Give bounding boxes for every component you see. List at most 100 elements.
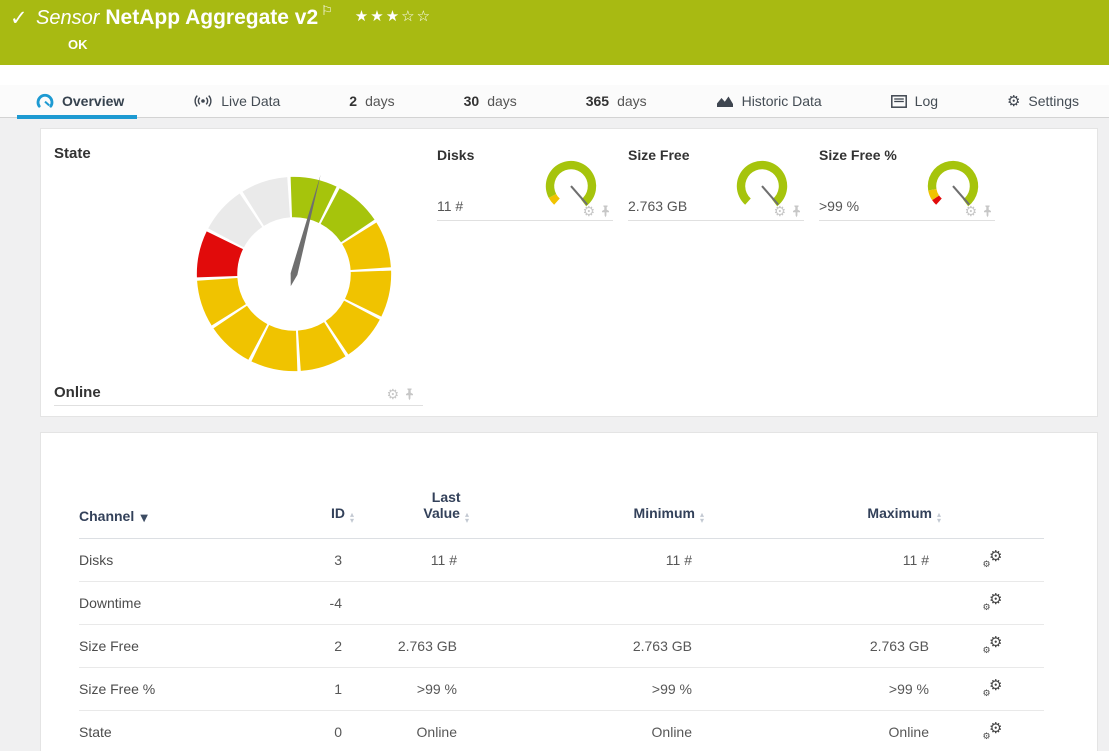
channels-card: Channel▼ ID▴▾ LastValue▴▾ Minimum▴▾ Maxi… <box>40 432 1098 751</box>
sort-icon: ▴▾ <box>937 512 941 524</box>
channel-row: Downtime -4 ⚙⚙ <box>79 582 1044 625</box>
channel-name-cell: Size Free <box>79 625 279 668</box>
ok-check-icon: ✓ <box>10 6 28 30</box>
channel-row: Size Free % 1 >99 % >99 % >99 % ⚙⚙ <box>79 668 1044 711</box>
channel-settings-icon[interactable]: ⚙⚙ <box>983 635 1003 655</box>
channel-minimum-cell <box>469 582 704 625</box>
state-gauge-label: State <box>54 145 91 162</box>
column-header-minimum[interactable]: Minimum▴▾ <box>469 489 704 539</box>
tab-overview[interactable]: Overview <box>36 85 124 118</box>
sensor-title-line: Sensor NetApp Aggregate v2⚐ ★★★☆☆ <box>36 4 432 30</box>
channel-name-cell: State <box>79 711 279 751</box>
mini-gauge-disks: Disks 11 # ⚙ <box>437 141 613 221</box>
tab-overview-label: Overview <box>62 93 124 109</box>
settings-gear-icon: ⚙ <box>1007 92 1020 110</box>
sensor-status-text: OK <box>68 37 88 52</box>
sort-icon: ▴▾ <box>350 512 354 524</box>
mini-gauge-value: 2.763 GB <box>628 198 687 214</box>
column-header-settings <box>941 489 1044 539</box>
mini-gauge-label: Disks <box>437 147 474 163</box>
tab-365-days-unit: days <box>617 93 647 109</box>
area-chart-icon <box>716 95 734 108</box>
tab-historic-data[interactable]: Historic Data <box>716 85 822 118</box>
channel-settings-icon[interactable]: ⚙⚙ <box>983 721 1003 741</box>
pin-icon[interactable] <box>791 205 802 218</box>
gauge-settings-gear-icon[interactable]: ⚙ <box>582 206 595 218</box>
channel-maximum-cell: 2.763 GB <box>704 625 941 668</box>
channel-last-value-cell: Online <box>354 711 469 751</box>
channel-id-cell: 2 <box>279 625 354 668</box>
channel-name-cell: Downtime <box>79 582 279 625</box>
channel-settings-icon[interactable]: ⚙⚙ <box>983 549 1003 569</box>
gauge-icon <box>36 93 54 109</box>
gauge-settings-gear-icon[interactable]: ⚙ <box>386 389 399 401</box>
tab-log-label: Log <box>915 93 938 109</box>
pin-icon[interactable] <box>982 205 993 218</box>
tab-live-data[interactable]: Live Data <box>193 85 280 118</box>
mini-gauge-value: >99 % <box>819 198 859 214</box>
sensor-status-banner: ✓ Sensor NetApp Aggregate v2⚐ ★★★☆☆ OK <box>0 0 1109 65</box>
channel-settings-icon[interactable]: ⚙⚙ <box>983 592 1003 612</box>
state-gauge-value: Online <box>54 384 101 401</box>
tab-365-days-number: 365 <box>586 93 609 109</box>
column-header-last-value[interactable]: LastValue▴▾ <box>354 489 469 539</box>
channel-last-value-cell: 2.763 GB <box>354 625 469 668</box>
state-gauge-footer: Online ⚙ <box>54 379 423 406</box>
mini-gauge-size-free-pct: Size Free % >99 % ⚙ <box>819 141 995 221</box>
tab-live-data-label: Live Data <box>221 93 280 109</box>
channel-id-cell: 3 <box>279 539 354 582</box>
channel-name-cell: Disks <box>79 539 279 582</box>
channel-name-cell: Size Free % <box>79 668 279 711</box>
state-gauge <box>193 173 395 375</box>
overview-content: State Online ⚙ Disks 11 # ⚙ Size Free 2.… <box>0 118 1109 751</box>
live-broadcast-icon <box>193 94 213 108</box>
sensor-name: NetApp Aggregate v2 <box>105 6 318 29</box>
channel-minimum-cell: >99 % <box>469 668 704 711</box>
pin-icon[interactable] <box>600 205 611 218</box>
column-header-id[interactable]: ID▴▾ <box>279 489 354 539</box>
gauges-card: State Online ⚙ Disks 11 # ⚙ Size Free 2.… <box>40 128 1098 417</box>
tab-30-days-number: 30 <box>464 93 480 109</box>
channel-row: State 0 Online Online Online ⚙⚙ <box>79 711 1044 751</box>
channel-minimum-cell: 11 # <box>469 539 704 582</box>
channel-minimum-cell: 2.763 GB <box>469 625 704 668</box>
tab-bar: Overview Live Data 2 days 30 days 365 da… <box>0 85 1109 118</box>
mini-gauge-value: 11 # <box>437 198 463 214</box>
column-header-maximum[interactable]: Maximum▴▾ <box>704 489 941 539</box>
gauge-settings-gear-icon[interactable]: ⚙ <box>964 206 977 218</box>
pin-icon[interactable] <box>404 388 415 401</box>
tab-historic-data-label: Historic Data <box>742 93 822 109</box>
tab-2-days[interactable]: 2 days <box>349 85 394 118</box>
gauge-settings-gear-icon[interactable]: ⚙ <box>773 206 786 218</box>
object-kind-label: Sensor <box>36 7 99 29</box>
channel-row: Disks 3 11 # 11 # 11 # ⚙⚙ <box>79 539 1044 582</box>
tab-2-days-unit: days <box>365 93 395 109</box>
mini-gauge-label: Size Free <box>628 147 689 163</box>
mini-gauge-label: Size Free % <box>819 147 897 163</box>
sort-icon: ▴▾ <box>465 512 469 524</box>
column-header-channel[interactable]: Channel▼ <box>79 489 279 539</box>
tab-30-days[interactable]: 30 days <box>464 85 517 118</box>
tab-log[interactable]: Log <box>891 85 938 118</box>
channels-table: Channel▼ ID▴▾ LastValue▴▾ Minimum▴▾ Maxi… <box>79 489 1044 751</box>
tab-2-days-number: 2 <box>349 93 357 109</box>
channel-id-cell: 0 <box>279 711 354 751</box>
channel-id-cell: 1 <box>279 668 354 711</box>
tab-365-days[interactable]: 365 days <box>586 85 647 118</box>
priority-flag-icon[interactable]: ⚐ <box>321 4 333 19</box>
mini-gauge-size-free: Size Free 2.763 GB ⚙ <box>628 141 804 221</box>
log-list-icon <box>891 95 907 108</box>
tab-settings-label: Settings <box>1028 93 1079 109</box>
channel-last-value-cell: >99 % <box>354 668 469 711</box>
priority-stars[interactable]: ★★★☆☆ <box>355 7 432 25</box>
tab-settings[interactable]: ⚙ Settings <box>1007 85 1079 118</box>
channel-row: Size Free 2 2.763 GB 2.763 GB 2.763 GB ⚙… <box>79 625 1044 668</box>
sort-desc-icon: ▼ <box>140 513 148 524</box>
channel-last-value-cell: 11 # <box>354 539 469 582</box>
channel-id-cell: -4 <box>279 582 354 625</box>
channel-last-value-cell <box>354 582 469 625</box>
tab-30-days-unit: days <box>487 93 517 109</box>
channel-maximum-cell: Online <box>704 711 941 751</box>
channel-maximum-cell <box>704 582 941 625</box>
channel-settings-icon[interactable]: ⚙⚙ <box>983 678 1003 698</box>
